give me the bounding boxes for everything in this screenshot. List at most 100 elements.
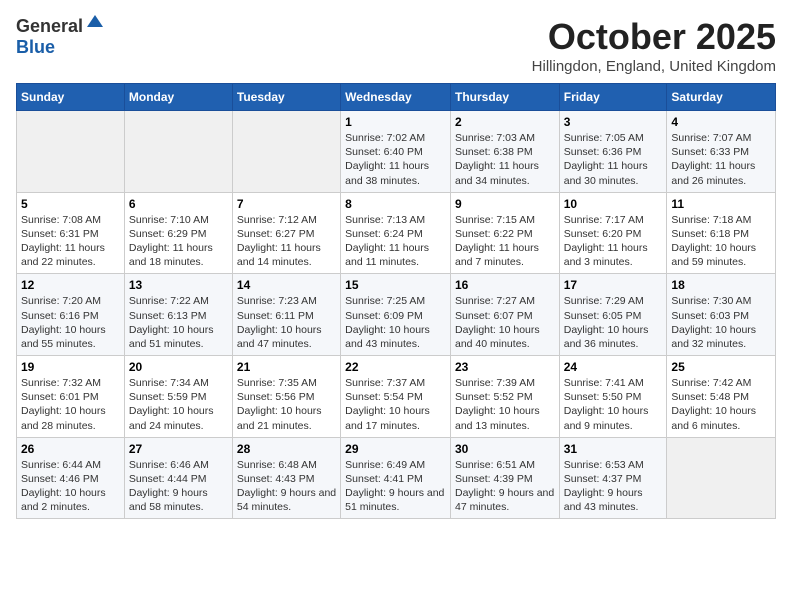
calendar-cell: 11 Sunrise: 7:18 AM Sunset: 6:18 PM Dayli… — [667, 192, 776, 274]
col-header-wednesday: Wednesday — [341, 84, 451, 111]
day-number: 10 — [564, 197, 663, 211]
calendar-cell: 8 Sunrise: 7:13 AM Sunset: 6:24 PM Daylig… — [341, 192, 451, 274]
day-number: 5 — [21, 197, 120, 211]
calendar-cell: 4 Sunrise: 7:07 AM Sunset: 6:33 PM Daylig… — [667, 111, 776, 193]
day-info: Sunrise: 6:53 AM Sunset: 4:37 PM Dayligh… — [564, 458, 663, 515]
day-info: Sunrise: 7:23 AM Sunset: 6:11 PM Dayligh… — [237, 294, 336, 351]
calendar-cell: 7 Sunrise: 7:12 AM Sunset: 6:27 PM Daylig… — [232, 192, 340, 274]
calendar-cell: 23 Sunrise: 7:39 AM Sunset: 5:52 PM Dayli… — [450, 356, 559, 438]
day-number: 31 — [564, 442, 663, 456]
day-number: 9 — [455, 197, 555, 211]
calendar-cell: 10 Sunrise: 7:17 AM Sunset: 6:20 PM Dayli… — [559, 192, 667, 274]
calendar-week-row: 1 Sunrise: 7:02 AM Sunset: 6:40 PM Daylig… — [17, 111, 776, 193]
day-info: Sunrise: 7:15 AM Sunset: 6:22 PM Dayligh… — [455, 213, 555, 270]
day-number: 13 — [129, 278, 228, 292]
day-number: 25 — [671, 360, 771, 374]
page-header: General Blue October 2025 Hillingdon, En… — [16, 16, 776, 75]
calendar-cell: 30Sunrise: 6:51 AM Sunset: 4:39 PM Dayli… — [450, 437, 559, 519]
calendar-cell: 16 Sunrise: 7:27 AM Sunset: 6:07 PM Dayli… — [450, 274, 559, 356]
month-year-title: October 2025 — [532, 16, 776, 58]
day-number: 8 — [345, 197, 446, 211]
calendar-cell: 28 Sunrise: 6:48 AM Sunset: 4:43 PM Dayli… — [232, 437, 340, 519]
calendar-cell: 18 Sunrise: 7:30 AM Sunset: 6:03 PM Dayli… — [667, 274, 776, 356]
day-info: Sunrise: 7:07 AM Sunset: 6:33 PM Dayligh… — [671, 131, 771, 188]
calendar-cell: 27Sunrise: 6:46 AM Sunset: 4:44 PM Dayli… — [124, 437, 232, 519]
calendar-cell: 6 Sunrise: 7:10 AM Sunset: 6:29 PM Daylig… — [124, 192, 232, 274]
calendar-cell: 2Sunrise: 7:03 AM Sunset: 6:38 PM Daylig… — [450, 111, 559, 193]
day-info: Sunrise: 6:48 AM Sunset: 4:43 PM Dayligh… — [237, 458, 336, 515]
logo-icon — [85, 13, 105, 33]
day-info: Sunrise: 7:29 AM Sunset: 6:05 PM Dayligh… — [564, 294, 663, 351]
calendar-cell: 31 Sunrise: 6:53 AM Sunset: 4:37 PM Dayli… — [559, 437, 667, 519]
day-info: Sunrise: 7:02 AM Sunset: 6:40 PM Dayligh… — [345, 131, 446, 188]
day-info: Sunrise: 7:39 AM Sunset: 5:52 PM Dayligh… — [455, 376, 555, 433]
day-info: Sunrise: 7:05 AM Sunset: 6:36 PM Dayligh… — [564, 131, 663, 188]
calendar-cell: 17 Sunrise: 7:29 AM Sunset: 6:05 PM Dayli… — [559, 274, 667, 356]
day-info: Sunrise: 7:17 AM Sunset: 6:20 PM Dayligh… — [564, 213, 663, 270]
day-number: 17 — [564, 278, 663, 292]
day-number: 30 — [455, 442, 555, 456]
day-info: Sunrise: 7:18 AM Sunset: 6:18 PM Dayligh… — [671, 213, 771, 270]
calendar-cell: 24Sunrise: 7:41 AM Sunset: 5:50 PM Dayli… — [559, 356, 667, 438]
calendar-cell: 22Sunrise: 7:37 AM Sunset: 5:54 PM Dayli… — [341, 356, 451, 438]
day-info: Sunrise: 6:46 AM Sunset: 4:44 PM Dayligh… — [129, 458, 228, 515]
calendar-cell: 12 Sunrise: 7:20 AM Sunset: 6:16 PM Dayli… — [17, 274, 125, 356]
calendar-cell: 25 Sunrise: 7:42 AM Sunset: 5:48 PM Dayli… — [667, 356, 776, 438]
col-header-sunday: Sunday — [17, 84, 125, 111]
day-number: 15 — [345, 278, 446, 292]
day-info: Sunrise: 7:03 AM Sunset: 6:38 PM Dayligh… — [455, 131, 555, 188]
day-info: Sunrise: 7:20 AM Sunset: 6:16 PM Dayligh… — [21, 294, 120, 351]
day-number: 16 — [455, 278, 555, 292]
day-number: 6 — [129, 197, 228, 211]
day-info: Sunrise: 7:12 AM Sunset: 6:27 PM Dayligh… — [237, 213, 336, 270]
day-info: Sunrise: 7:32 AM Sunset: 6:01 PM Dayligh… — [21, 376, 120, 433]
day-number: 19 — [21, 360, 120, 374]
day-number: 1 — [345, 115, 446, 129]
logo: General Blue — [16, 16, 105, 58]
day-info: Sunrise: 7:22 AM Sunset: 6:13 PM Dayligh… — [129, 294, 228, 351]
day-info: Sunrise: 7:42 AM Sunset: 5:48 PM Dayligh… — [671, 376, 771, 433]
calendar-cell: 20 Sunrise: 7:34 AM Sunset: 5:59 PM Dayli… — [124, 356, 232, 438]
col-header-friday: Friday — [559, 84, 667, 111]
calendar-week-row: 26Sunrise: 6:44 AM Sunset: 4:46 PM Dayli… — [17, 437, 776, 519]
day-number: 7 — [237, 197, 336, 211]
day-info: Sunrise: 7:30 AM Sunset: 6:03 PM Dayligh… — [671, 294, 771, 351]
day-number: 23 — [455, 360, 555, 374]
calendar-cell: 3Sunrise: 7:05 AM Sunset: 6:36 PM Daylig… — [559, 111, 667, 193]
day-number: 24 — [564, 360, 663, 374]
day-number: 22 — [345, 360, 446, 374]
day-number: 14 — [237, 278, 336, 292]
day-number: 12 — [21, 278, 120, 292]
logo-general-text: General — [16, 16, 83, 37]
day-info: Sunrise: 7:13 AM Sunset: 6:24 PM Dayligh… — [345, 213, 446, 270]
col-header-monday: Monday — [124, 84, 232, 111]
day-info: Sunrise: 7:08 AM Sunset: 6:31 PM Dayligh… — [21, 213, 120, 270]
calendar-cell: 19 Sunrise: 7:32 AM Sunset: 6:01 PM Dayli… — [17, 356, 125, 438]
col-header-thursday: Thursday — [450, 84, 559, 111]
calendar-cell — [667, 437, 776, 519]
calendar-week-row: 5 Sunrise: 7:08 AM Sunset: 6:31 PM Daylig… — [17, 192, 776, 274]
calendar-cell: 5 Sunrise: 7:08 AM Sunset: 6:31 PM Daylig… — [17, 192, 125, 274]
day-info: Sunrise: 7:10 AM Sunset: 6:29 PM Dayligh… — [129, 213, 228, 270]
col-header-saturday: Saturday — [667, 84, 776, 111]
calendar-cell: 29Sunrise: 6:49 AM Sunset: 4:41 PM Dayli… — [341, 437, 451, 519]
day-info: Sunrise: 7:34 AM Sunset: 5:59 PM Dayligh… — [129, 376, 228, 433]
day-info: Sunrise: 7:35 AM Sunset: 5:56 PM Dayligh… — [237, 376, 336, 433]
day-number: 21 — [237, 360, 336, 374]
calendar-cell: 21 Sunrise: 7:35 AM Sunset: 5:56 PM Dayli… — [232, 356, 340, 438]
calendar-header-row: SundayMondayTuesdayWednesdayThursdayFrid… — [17, 84, 776, 111]
day-number: 11 — [671, 197, 771, 211]
day-number: 28 — [237, 442, 336, 456]
location-text: Hillingdon, England, United Kingdom — [532, 58, 776, 75]
calendar-cell — [124, 111, 232, 193]
day-info: Sunrise: 7:27 AM Sunset: 6:07 PM Dayligh… — [455, 294, 555, 351]
day-number: 26 — [21, 442, 120, 456]
day-number: 18 — [671, 278, 771, 292]
calendar-table: SundayMondayTuesdayWednesdayThursdayFrid… — [16, 83, 776, 519]
day-number: 20 — [129, 360, 228, 374]
logo-blue-text: Blue — [16, 37, 55, 58]
calendar-week-row: 19 Sunrise: 7:32 AM Sunset: 6:01 PM Dayli… — [17, 356, 776, 438]
calendar-cell: 26Sunrise: 6:44 AM Sunset: 4:46 PM Dayli… — [17, 437, 125, 519]
day-number: 4 — [671, 115, 771, 129]
calendar-cell — [232, 111, 340, 193]
